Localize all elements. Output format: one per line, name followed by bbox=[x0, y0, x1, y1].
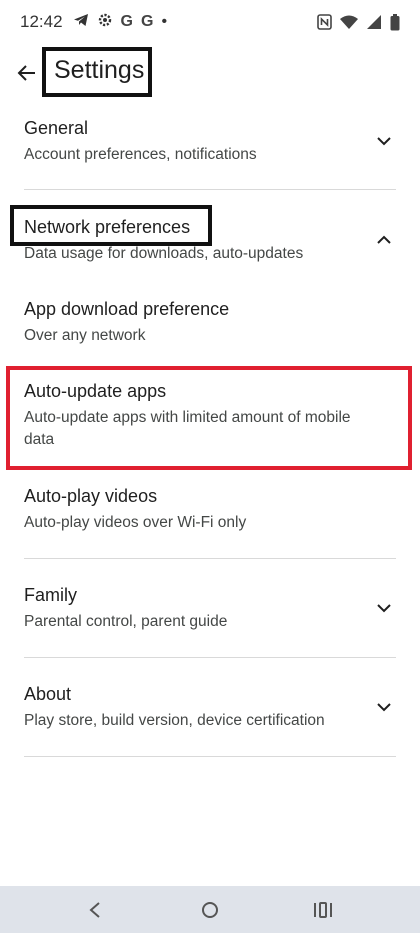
divider bbox=[24, 657, 396, 658]
recents-nav-icon bbox=[314, 902, 332, 918]
arrow-back-icon bbox=[17, 65, 35, 81]
family-label: Family bbox=[24, 585, 77, 605]
status-bar: 12:42 G G • bbox=[0, 0, 420, 44]
system-nav-bar bbox=[0, 886, 420, 933]
section-general[interactable]: General Account preferences, notificatio… bbox=[0, 104, 420, 190]
general-sub: Account preferences, notifications bbox=[24, 146, 257, 163]
auto-play-videos-sub: Auto-play videos over Wi-Fi only bbox=[24, 514, 247, 531]
nav-home-button[interactable] bbox=[199, 899, 221, 921]
battery-icon bbox=[390, 13, 400, 31]
nav-back-button[interactable] bbox=[84, 899, 106, 921]
chevron-down-icon bbox=[377, 703, 391, 712]
highlight-box-auto-update bbox=[6, 366, 412, 470]
google-icon: G bbox=[141, 13, 154, 30]
divider bbox=[24, 189, 396, 190]
annotation-box-network bbox=[10, 205, 212, 246]
chevron-up-icon bbox=[377, 235, 391, 244]
settings-gear-icon bbox=[97, 12, 113, 33]
telegram-icon bbox=[73, 12, 89, 33]
app-download-preference-sub: Over any network bbox=[24, 327, 146, 344]
section-about[interactable]: About Play store, build version, device … bbox=[0, 673, 420, 757]
network-preferences-sub: Data usage for downloads, auto-updates bbox=[24, 245, 304, 262]
setting-auto-play-videos[interactable]: Auto-play videos Auto-play videos over W… bbox=[0, 476, 420, 546]
wifi-icon bbox=[340, 14, 358, 30]
home-nav-icon bbox=[202, 902, 218, 918]
google-icon: G bbox=[120, 13, 133, 30]
divider bbox=[24, 756, 396, 757]
section-family[interactable]: Family Parental control, parent guide bbox=[0, 574, 420, 658]
divider bbox=[24, 558, 396, 559]
play-store-settings-screen: 12:42 G G • Settings General Account pre… bbox=[0, 0, 420, 933]
dot-icon: • bbox=[161, 13, 168, 30]
nfc-icon bbox=[317, 14, 332, 30]
family-sub: Parental control, parent guide bbox=[24, 613, 228, 630]
status-left: 12:42 G G • bbox=[20, 12, 167, 33]
setting-app-download-preference[interactable]: App download preference Over any network bbox=[0, 288, 420, 358]
about-sub: Play store, build version, device certif… bbox=[24, 712, 325, 729]
nav-recents-button[interactable] bbox=[312, 899, 334, 921]
about-label: About bbox=[24, 684, 72, 704]
back-nav-icon bbox=[89, 902, 100, 918]
signal-icon bbox=[366, 14, 382, 30]
page-title: Settings bbox=[54, 56, 145, 84]
auto-play-videos-label: Auto-play videos bbox=[24, 486, 158, 506]
status-right bbox=[317, 13, 400, 31]
status-time: 12:42 bbox=[20, 12, 63, 31]
general-label: General bbox=[24, 118, 89, 138]
app-download-preference-label: App download preference bbox=[24, 299, 230, 319]
app-bar: Settings bbox=[0, 44, 420, 104]
chevron-down-icon bbox=[377, 604, 391, 613]
chevron-down-icon bbox=[377, 137, 391, 146]
back-button[interactable] bbox=[14, 60, 40, 86]
